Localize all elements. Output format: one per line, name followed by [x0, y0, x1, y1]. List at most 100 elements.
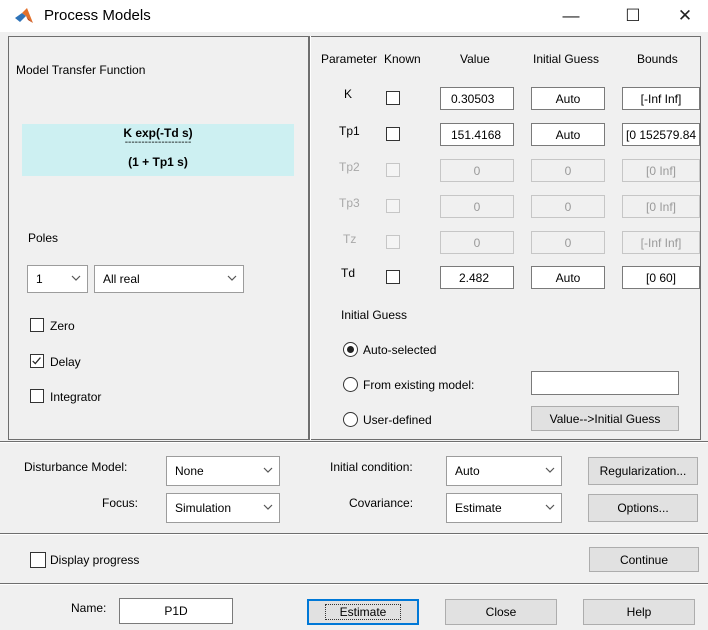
known-checkbox-tp2[interactable] [386, 163, 400, 177]
chevron-down-icon [227, 275, 237, 281]
focus-value: Simulation [175, 501, 232, 515]
known-checkbox-tz[interactable] [386, 235, 400, 249]
from-existing-model-radio[interactable] [343, 377, 358, 392]
guess-field-tp3[interactable]: 0 [531, 195, 605, 218]
known-checkbox-k[interactable] [386, 91, 400, 105]
zero-label: Zero [50, 319, 75, 333]
from-existing-model-label: From existing model: [363, 378, 475, 392]
value-field-tp2[interactable]: 0 [440, 159, 514, 182]
estimate-button-label: Estimate [324, 604, 402, 620]
delay-label: Delay [50, 355, 81, 369]
zero-checkbox[interactable] [30, 318, 44, 332]
matlab-logo-icon [15, 8, 33, 23]
formula-divider: -------------------- [124, 137, 192, 148]
minimize-button[interactable]: — [548, 0, 594, 32]
param-name-tz: Tz [343, 232, 357, 246]
covariance-label: Covariance: [349, 496, 414, 510]
guess-field-k[interactable]: Auto [531, 87, 605, 110]
maximize-button[interactable]: ☐ [610, 0, 656, 32]
close-window-button[interactable]: ✕ [662, 0, 708, 32]
bounds-field-td[interactable]: [0 60] [622, 266, 700, 289]
value-field-td[interactable]: 2.482 [440, 266, 514, 289]
guess-field-tp1[interactable]: Auto [531, 123, 605, 146]
param-name-tp1: Tp1 [339, 124, 360, 138]
param-name-tp3: Tp3 [339, 196, 360, 210]
model-name-input[interactable]: P1D [119, 598, 233, 624]
param-name-k: K [344, 87, 353, 101]
bounds-field-k[interactable]: [-Inf Inf] [622, 87, 700, 110]
chevron-down-icon [263, 504, 273, 510]
estimate-button[interactable]: Estimate [307, 599, 419, 625]
options-button[interactable]: Options... [588, 494, 698, 522]
auto-selected-radio[interactable] [343, 342, 358, 357]
value-field-k[interactable]: 0.30503 [440, 87, 514, 110]
separator [0, 441, 708, 443]
focus-select[interactable]: Simulation [166, 493, 280, 523]
initial-condition-value: Auto [455, 464, 480, 478]
value-header: Value [460, 52, 490, 66]
delay-checkbox[interactable] [30, 354, 44, 368]
focus-label: Focus: [102, 496, 139, 510]
disturbance-model-select[interactable]: None [166, 456, 280, 486]
integrator-label: Integrator [50, 390, 102, 404]
param-name-tp2: Tp2 [339, 160, 360, 174]
transfer-function-display: K exp(-Td s) -------------------- (1 + T… [22, 124, 294, 176]
close-button[interactable]: Close [445, 599, 557, 625]
known-header: Known [384, 52, 421, 66]
covariance-value: Estimate [455, 501, 502, 515]
maximize-icon: ☐ [625, 6, 641, 25]
poles-label: Poles [28, 231, 59, 245]
bounds-header: Bounds [637, 52, 678, 66]
value-field-tz[interactable]: 0 [440, 231, 514, 254]
chevron-down-icon [263, 467, 273, 473]
display-progress-label: Display progress [50, 553, 140, 567]
poles-type-select[interactable]: All real [94, 265, 244, 293]
known-checkbox-tp3[interactable] [386, 199, 400, 213]
display-progress-checkbox[interactable] [30, 552, 46, 568]
known-checkbox-tp1[interactable] [386, 127, 400, 141]
integrator-checkbox[interactable] [30, 389, 44, 403]
chevron-down-icon [545, 504, 555, 510]
bounds-field-tp3[interactable]: [0 Inf] [622, 195, 700, 218]
known-checkbox-td[interactable] [386, 270, 400, 284]
separator [0, 533, 708, 535]
disturbance-model-label: Disturbance Model: [24, 460, 128, 474]
poles-count-select[interactable]: 1 [27, 265, 88, 293]
initial-guess-header: Initial Guess [533, 52, 600, 66]
disturbance-model-value: None [175, 464, 204, 478]
poles-count-value: 1 [36, 272, 43, 286]
initial-condition-label: Initial condition: [330, 460, 413, 474]
chevron-down-icon [545, 467, 555, 473]
poles-type-value: All real [103, 272, 140, 286]
bounds-field-tp1[interactable]: [0 152579.84 [622, 123, 700, 146]
param-name-td: Td [341, 266, 356, 280]
checkmark-icon [32, 357, 41, 365]
chevron-down-icon [71, 275, 81, 281]
value-to-initial-guess-button[interactable]: Value-->Initial Guess [531, 406, 679, 431]
guess-field-tp2[interactable]: 0 [531, 159, 605, 182]
bounds-field-tp2[interactable]: [0 Inf] [622, 159, 700, 182]
covariance-select[interactable]: Estimate [446, 493, 562, 523]
user-defined-label: User-defined [363, 413, 432, 427]
parameter-header: Parameter [321, 52, 378, 66]
window-title: Process Models [44, 7, 151, 24]
guess-field-tz[interactable]: 0 [531, 231, 605, 254]
initial-condition-select[interactable]: Auto [446, 456, 562, 486]
existing-model-input[interactable] [531, 371, 679, 395]
guess-field-td[interactable]: Auto [531, 266, 605, 289]
value-field-tp1[interactable]: 151.4168 [440, 123, 514, 146]
help-button[interactable]: Help [583, 599, 695, 625]
initial-guess-label: Initial Guess [341, 308, 408, 322]
radio-selected-dot [347, 346, 354, 353]
separator [0, 583, 708, 585]
bounds-field-tz[interactable]: [-Inf Inf] [622, 231, 700, 254]
user-defined-radio[interactable] [343, 412, 358, 427]
auto-selected-label: Auto-selected [363, 343, 437, 357]
formula-denominator: (1 + Tp1 s) [128, 155, 188, 169]
transfer-function-label: Model Transfer Function [16, 63, 146, 77]
name-label: Name: [71, 601, 107, 615]
regularization-button[interactable]: Regularization... [588, 457, 698, 485]
close-icon: ✕ [677, 6, 693, 25]
continue-button[interactable]: Continue [589, 547, 699, 572]
value-field-tp3[interactable]: 0 [440, 195, 514, 218]
